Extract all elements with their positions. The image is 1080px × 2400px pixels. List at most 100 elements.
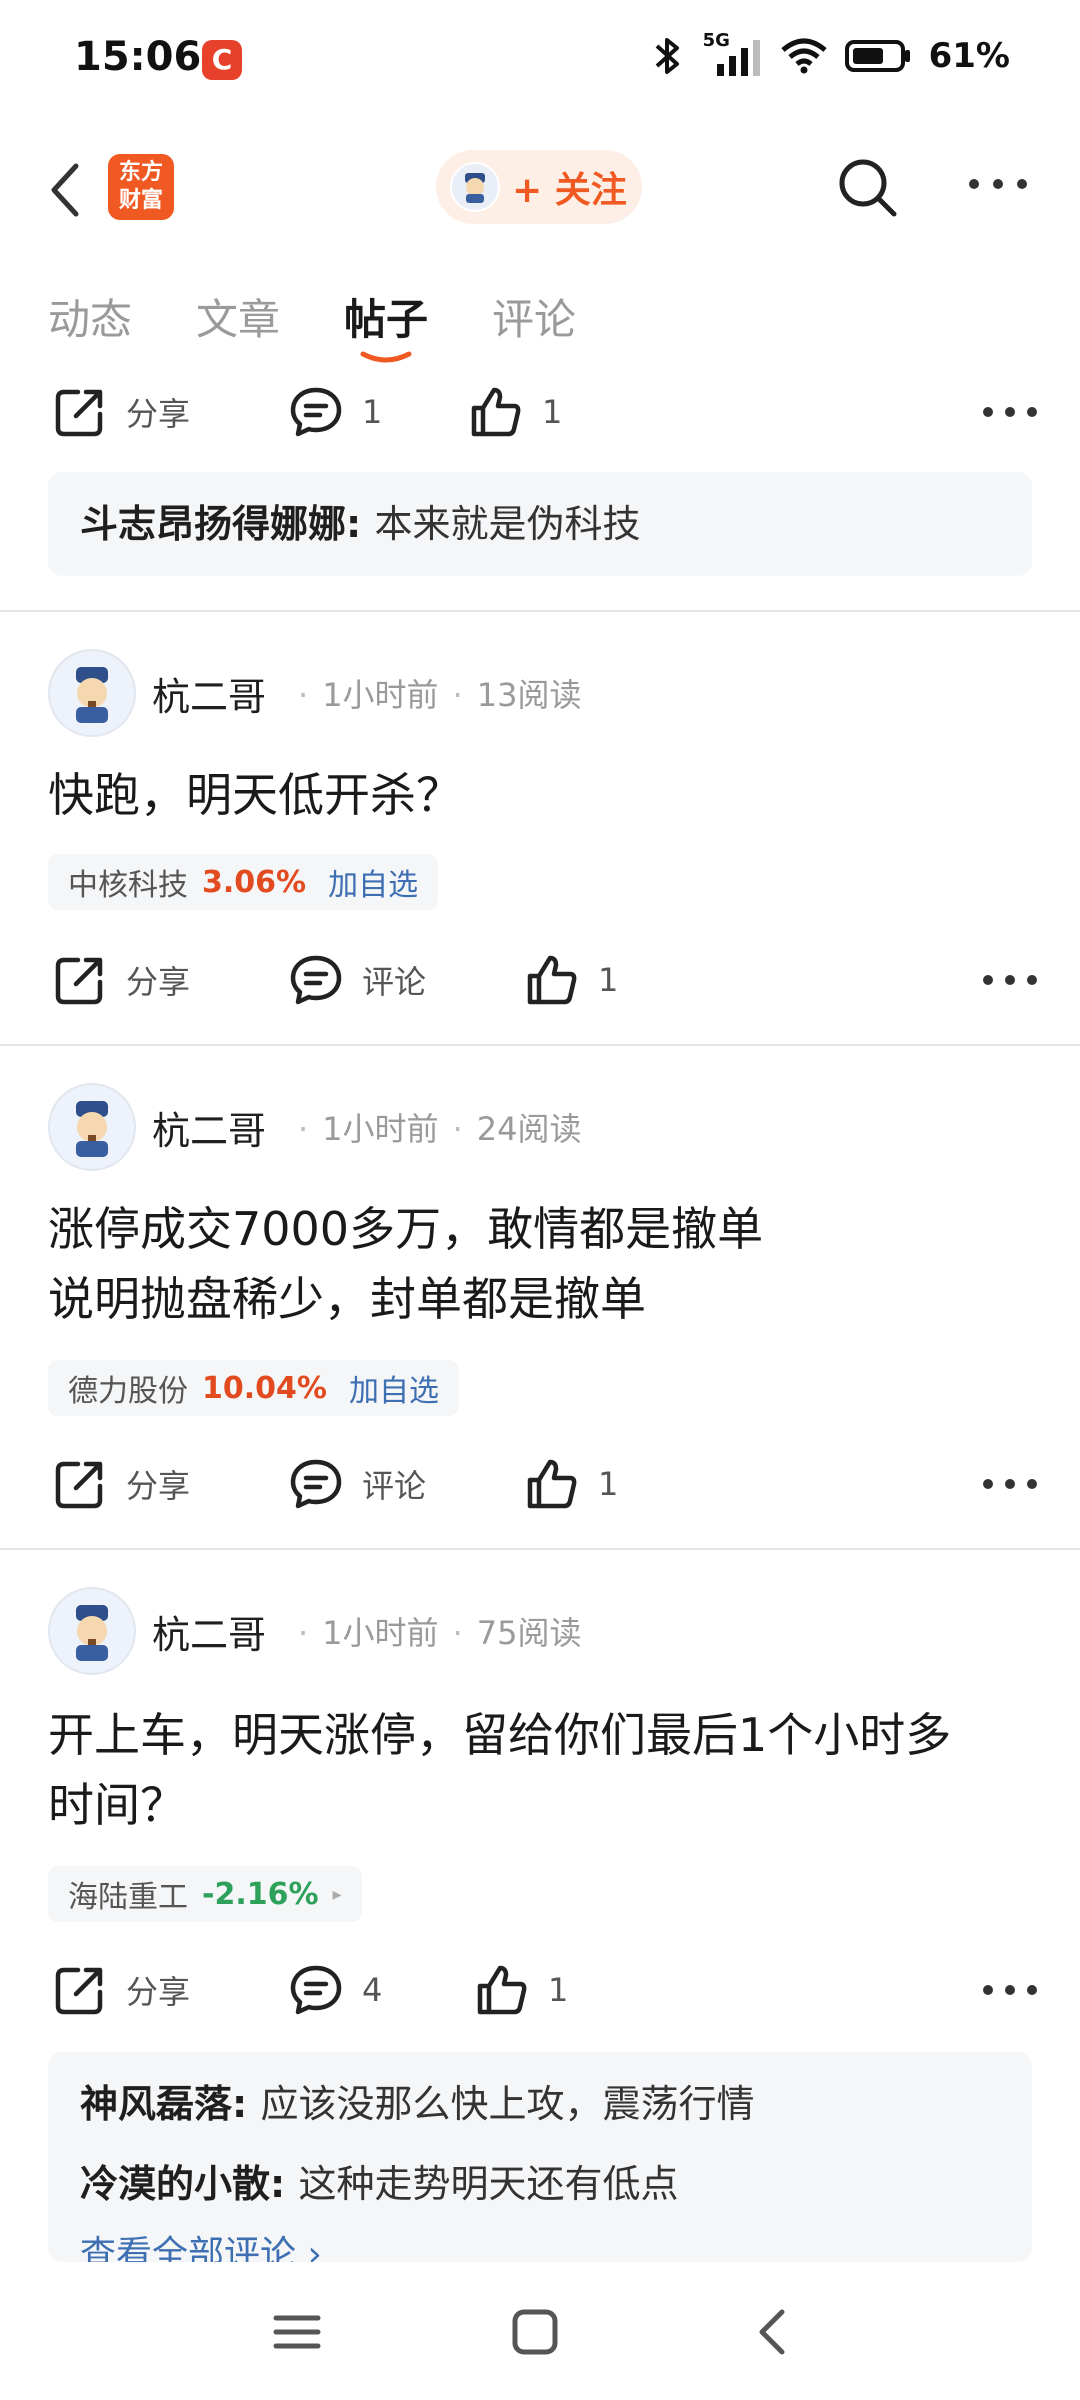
like-count: 1 [598, 1465, 619, 1503]
view-all-comments-link[interactable]: 查看全部评论 › [80, 2230, 322, 2262]
comment-username[interactable]: 冷漠的小散 [80, 2162, 270, 2206]
comment-count: 1 [362, 393, 383, 431]
comment-text: 应该没那么快上攻，震荡行情 [260, 2082, 755, 2126]
tab-comments[interactable]: 评论 [492, 286, 576, 347]
thumbs-up-icon [527, 955, 577, 1005]
post-reads: 13阅读 [476, 676, 582, 714]
post-text-line: 时间？ [48, 1778, 186, 1832]
share-label: 分享 [126, 963, 191, 1001]
add-watchlist-button[interactable]: 加自选 [328, 860, 418, 904]
comment-username[interactable]: 斗志昂扬得娜娜 [80, 502, 346, 546]
share-button[interactable]: 分享 [52, 372, 190, 452]
author-avatar[interactable] [48, 649, 136, 737]
stock-tag[interactable]: 海陆重工 -2.16% ▸ [48, 1866, 362, 1922]
post-more-icon[interactable] [980, 1466, 1040, 1502]
share-icon [55, 1967, 103, 2015]
app-notification-icon: C [202, 40, 242, 80]
search-icon[interactable] [832, 152, 902, 222]
comment-preview[interactable]: 神风磊落: 应该没那么快上攻，震荡行情 冷漠的小散: 这种走势明天还有低点 查看… [48, 2052, 1032, 2262]
comment-item: 冷漠的小散: 这种走势明天还有低点 [80, 2162, 679, 2206]
more-icon[interactable] [966, 164, 1030, 204]
battery-icon [844, 40, 910, 72]
author-avatar[interactable] [48, 1083, 136, 1171]
author-name[interactable]: 杭二哥 [152, 1604, 266, 1659]
like-button[interactable]: 1 [474, 1950, 568, 2030]
post-header: 杭二哥 · 1小时前 · 24阅读 [48, 1082, 1038, 1172]
comment-button[interactable]: 评论 [288, 1444, 426, 1524]
comment-preview[interactable]: 斗志昂扬得娜娜: 本来就是伪科技 [48, 472, 1032, 576]
post-action-bar: 分享 4 1 [0, 1950, 1080, 2030]
author-name[interactable]: 杭二哥 [152, 666, 266, 721]
comment-text: 本来就是伪科技 [374, 502, 641, 546]
post-action-bar: 分享 1 1 [0, 372, 1080, 452]
share-button[interactable]: 分享 [52, 940, 190, 1020]
post-action-bar: 分享 评论 1 [0, 940, 1080, 1020]
comment-button[interactable]: 评论 [288, 940, 426, 1020]
comment-text: 这种走势明天还有低点 [298, 2162, 679, 2206]
share-button[interactable]: 分享 [52, 1444, 190, 1524]
wifi-icon [780, 38, 827, 74]
post-more-icon[interactable] [980, 394, 1040, 430]
post-body[interactable]: 开上车，明天涨停，留给你们最后1个小时多 时间？ [48, 1700, 1038, 1840]
status-bar: 15:06 C 5G 61% [0, 0, 1080, 120]
stock-tag[interactable]: 德力股份 10.04% 加自选 [48, 1360, 459, 1416]
share-icon [55, 957, 103, 1005]
post-more-icon[interactable] [980, 962, 1040, 998]
stock-name: 德力股份 [68, 1374, 188, 1409]
author-name[interactable]: 杭二哥 [152, 1100, 266, 1155]
share-icon [55, 1461, 103, 1509]
tab-dynamics[interactable]: 动态 [48, 286, 132, 347]
follow-button[interactable]: + 关注 [436, 150, 642, 224]
like-button[interactable]: 1 [524, 940, 618, 1020]
comment-icon [290, 955, 342, 1005]
user-avatar-small [450, 162, 500, 212]
comment-count: 4 [362, 1971, 383, 2009]
system-nav-bar [0, 2262, 1080, 2400]
tab-articles[interactable]: 文章 [196, 286, 280, 347]
share-label: 分享 [126, 1467, 191, 1505]
like-count: 1 [548, 1971, 569, 2009]
post-time: 1小时前 [322, 1110, 439, 1148]
add-watchlist-button[interactable]: 加自选 [349, 1366, 439, 1410]
back-icon[interactable] [40, 158, 100, 222]
comment-username[interactable]: 神风磊落 [80, 2082, 232, 2126]
menu-icon[interactable] [262, 2302, 332, 2362]
profile-tabs: 动态 文章 帖子 评论 [0, 280, 1080, 370]
share-label: 分享 [126, 395, 191, 433]
post-text-line: 快跑，明天低开杀？ [48, 768, 462, 822]
post-meta: · 1小时前 · 13阅读 [298, 676, 582, 714]
comment-button[interactable]: 1 [288, 372, 382, 452]
thumbs-up-icon [477, 1965, 527, 2015]
post-divider [0, 610, 1080, 612]
share-label: 分享 [126, 1973, 191, 2011]
stock-change: 10.04% [202, 1370, 327, 1406]
comment-label: 评论 [362, 963, 427, 1001]
post-body[interactable]: 快跑，明天低开杀？ [48, 760, 1038, 830]
post-time: 1小时前 [322, 1614, 439, 1652]
top-header: 东方 财富 + 关注 [0, 140, 1080, 240]
post-body[interactable]: 涨停成交7000多万，敢情都是撤单 说明抛盘稀少，封单都是撤单 [48, 1194, 1038, 1334]
cartoon-avatar-icon [465, 173, 485, 203]
logo-line-2: 财富 [118, 188, 163, 213]
back-nav-icon[interactable] [738, 2302, 808, 2362]
stock-arrow-icon: ▸ [332, 1883, 342, 1905]
post-divider [0, 1044, 1080, 1046]
stock-change: 3.06% [202, 864, 307, 900]
author-avatar[interactable] [48, 1587, 136, 1675]
share-icon [55, 389, 103, 437]
tab-posts[interactable]: 帖子 [344, 286, 428, 347]
post-text-line: 涨停成交7000多万，敢情都是撤单 [48, 1202, 764, 1256]
comment-icon [290, 387, 342, 437]
status-indicators: 5G 61% [651, 30, 1010, 76]
cellular-signal-icon: 5G [703, 30, 763, 76]
home-icon[interactable] [500, 2302, 570, 2362]
like-button[interactable]: 1 [468, 372, 562, 452]
cartoon-avatar-icon [76, 1101, 108, 1157]
like-button[interactable]: 1 [524, 1444, 618, 1524]
status-time: 15:06 [74, 34, 202, 80]
post-more-icon[interactable] [980, 1972, 1040, 2008]
comment-button[interactable]: 4 [288, 1950, 382, 2030]
app-logo: 东方 财富 [108, 154, 174, 220]
share-button[interactable]: 分享 [52, 1950, 190, 2030]
stock-tag[interactable]: 中核科技 3.06% 加自选 [48, 854, 439, 910]
